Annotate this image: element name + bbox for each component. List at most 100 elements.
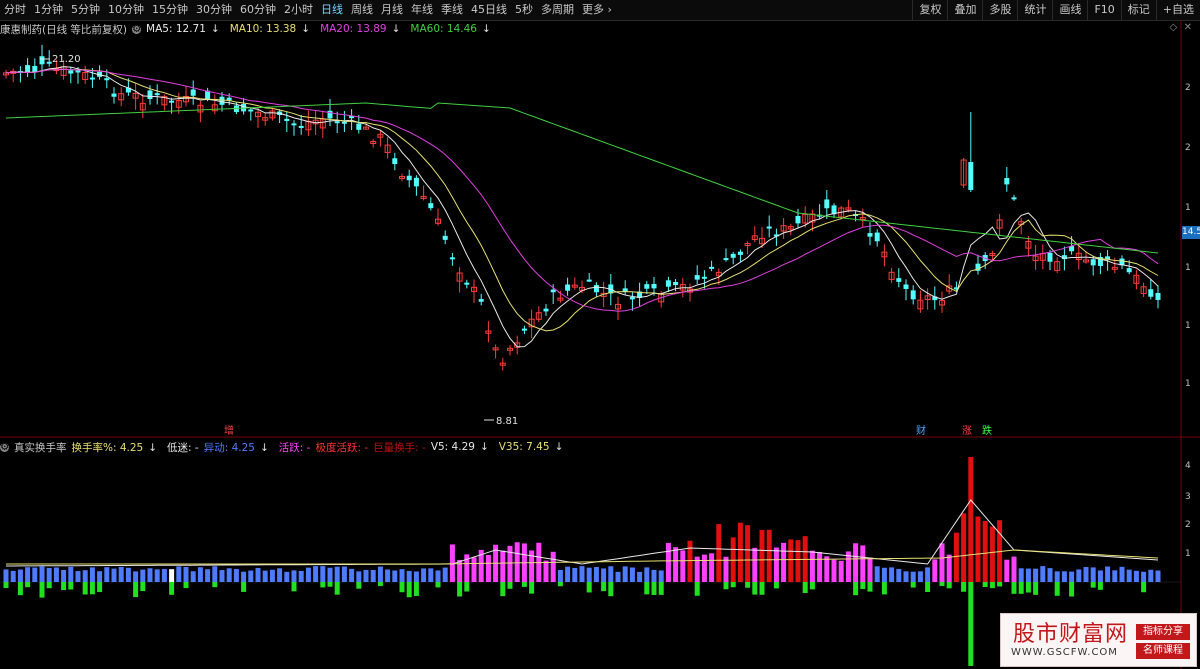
turnover-bar <box>946 554 952 582</box>
turnover-down-bar <box>89 582 95 595</box>
turnover-bar <box>356 571 362 582</box>
turnover-bar <box>32 567 38 582</box>
candle-body <box>521 328 527 331</box>
turnover-down-bar <box>377 582 383 587</box>
candle-body <box>665 280 671 287</box>
turnover-bar <box>572 567 578 582</box>
turnover-down-bar <box>17 582 23 596</box>
turnover-bar <box>1011 556 1017 582</box>
candle-body <box>406 175 412 181</box>
candle-body <box>32 65 38 73</box>
turnover-bar <box>1112 570 1118 582</box>
turnover-bar <box>75 571 81 582</box>
candle-body <box>291 123 297 126</box>
candle-body <box>730 253 736 258</box>
candle-body <box>154 93 160 96</box>
turnover-bar <box>169 569 175 582</box>
turnover-down-bar <box>910 582 916 588</box>
turnover-axis-label: 2 <box>1185 520 1191 530</box>
turnover-bar <box>320 566 326 582</box>
turnover-down-bar <box>773 582 779 589</box>
price-axis-label: 1 <box>1185 379 1191 389</box>
turnover-bar <box>399 569 405 582</box>
turnover-bar <box>284 571 290 582</box>
turnover-down-bar <box>169 582 175 595</box>
turnover-bar <box>622 566 628 582</box>
turnover-bar <box>759 529 765 582</box>
turnover-bar <box>557 569 563 582</box>
turnover-bar <box>917 571 923 582</box>
turnover-bar <box>824 556 830 582</box>
candle-body <box>442 235 448 240</box>
turnover-bar <box>154 569 160 582</box>
candle-body <box>968 162 974 190</box>
turnover-bar <box>608 566 614 582</box>
turnover-down-bar <box>802 582 808 594</box>
kline-chart-svg[interactable]: 2 2 1 1 1 1 4 3 2 1 21.20 8.81 增 财 涨跌 <box>0 0 1200 669</box>
candle-body <box>543 308 549 312</box>
turnover-bar <box>644 567 650 582</box>
turnover-bar <box>1148 569 1154 582</box>
watermark-tag-share: 指标分享 <box>1136 624 1190 640</box>
turnover-bar <box>953 532 959 582</box>
turnover-down-bar <box>320 582 326 588</box>
turnover-bar <box>766 529 772 582</box>
candle-body <box>1155 293 1161 300</box>
turnover-bar <box>305 567 311 582</box>
candle-body <box>701 276 707 279</box>
turnover-bar <box>658 570 664 582</box>
price-axis-label: 1 <box>1185 321 1191 331</box>
turnover-down-bar <box>752 582 758 595</box>
turnover-bar <box>269 569 275 582</box>
turnover-bar <box>593 566 599 582</box>
turnover-bar <box>255 567 261 582</box>
turnover-bar <box>3 569 9 582</box>
candle-body <box>464 282 470 285</box>
turnover-bar <box>507 545 513 582</box>
watermark-url: WWW.GSCFW.COM <box>1011 647 1118 658</box>
candle-body <box>593 285 599 293</box>
turnover-bar <box>1004 559 1010 582</box>
turnover-bar <box>39 566 45 582</box>
turnover-down-bar <box>61 582 67 591</box>
candle-body <box>68 70 74 74</box>
turnover-bar <box>197 567 203 582</box>
turnover-down-bar <box>39 582 45 598</box>
turnover-bar <box>838 560 844 582</box>
turnover-bar <box>471 557 477 582</box>
turnover-bar <box>161 569 167 582</box>
candle-body <box>550 289 556 293</box>
turnover-bar <box>1097 570 1103 582</box>
turnover-bar <box>579 566 585 582</box>
turnover-bar <box>601 568 607 582</box>
turnover-bar <box>788 539 794 582</box>
turnover-down-bar <box>608 582 614 597</box>
turnover-axis-label: 1 <box>1185 549 1191 559</box>
turnover-down-bar <box>1033 582 1039 595</box>
turnover-bar <box>925 567 931 582</box>
turnover-down-bar <box>413 582 419 596</box>
turnover-bar <box>363 569 369 582</box>
ma60-line <box>5 102 1159 254</box>
turnover-bar <box>665 542 671 582</box>
turnover-down-bar <box>406 582 412 598</box>
turnover-bar <box>226 568 232 582</box>
turnover-bar <box>212 566 218 582</box>
candle-body <box>219 96 225 105</box>
turnover-axis-label: 3 <box>1185 492 1191 502</box>
candle-body <box>709 266 715 269</box>
turnover-bar <box>176 566 182 582</box>
turnover-down-bar <box>212 582 218 588</box>
turnover-down-bar <box>1025 582 1031 593</box>
turnover-bar <box>543 560 549 582</box>
turnover-down-bar <box>25 582 31 588</box>
turnover-down-bar <box>334 582 340 595</box>
turnover-down-bar <box>291 582 297 592</box>
turnover-down-bar <box>946 582 952 589</box>
turnover-bar <box>809 550 815 582</box>
price-axis-label: 1 <box>1185 203 1191 213</box>
turnover-bar <box>341 566 347 582</box>
turnover-bar <box>1076 569 1082 582</box>
candle-body <box>896 278 902 282</box>
candle-body <box>1090 259 1096 266</box>
